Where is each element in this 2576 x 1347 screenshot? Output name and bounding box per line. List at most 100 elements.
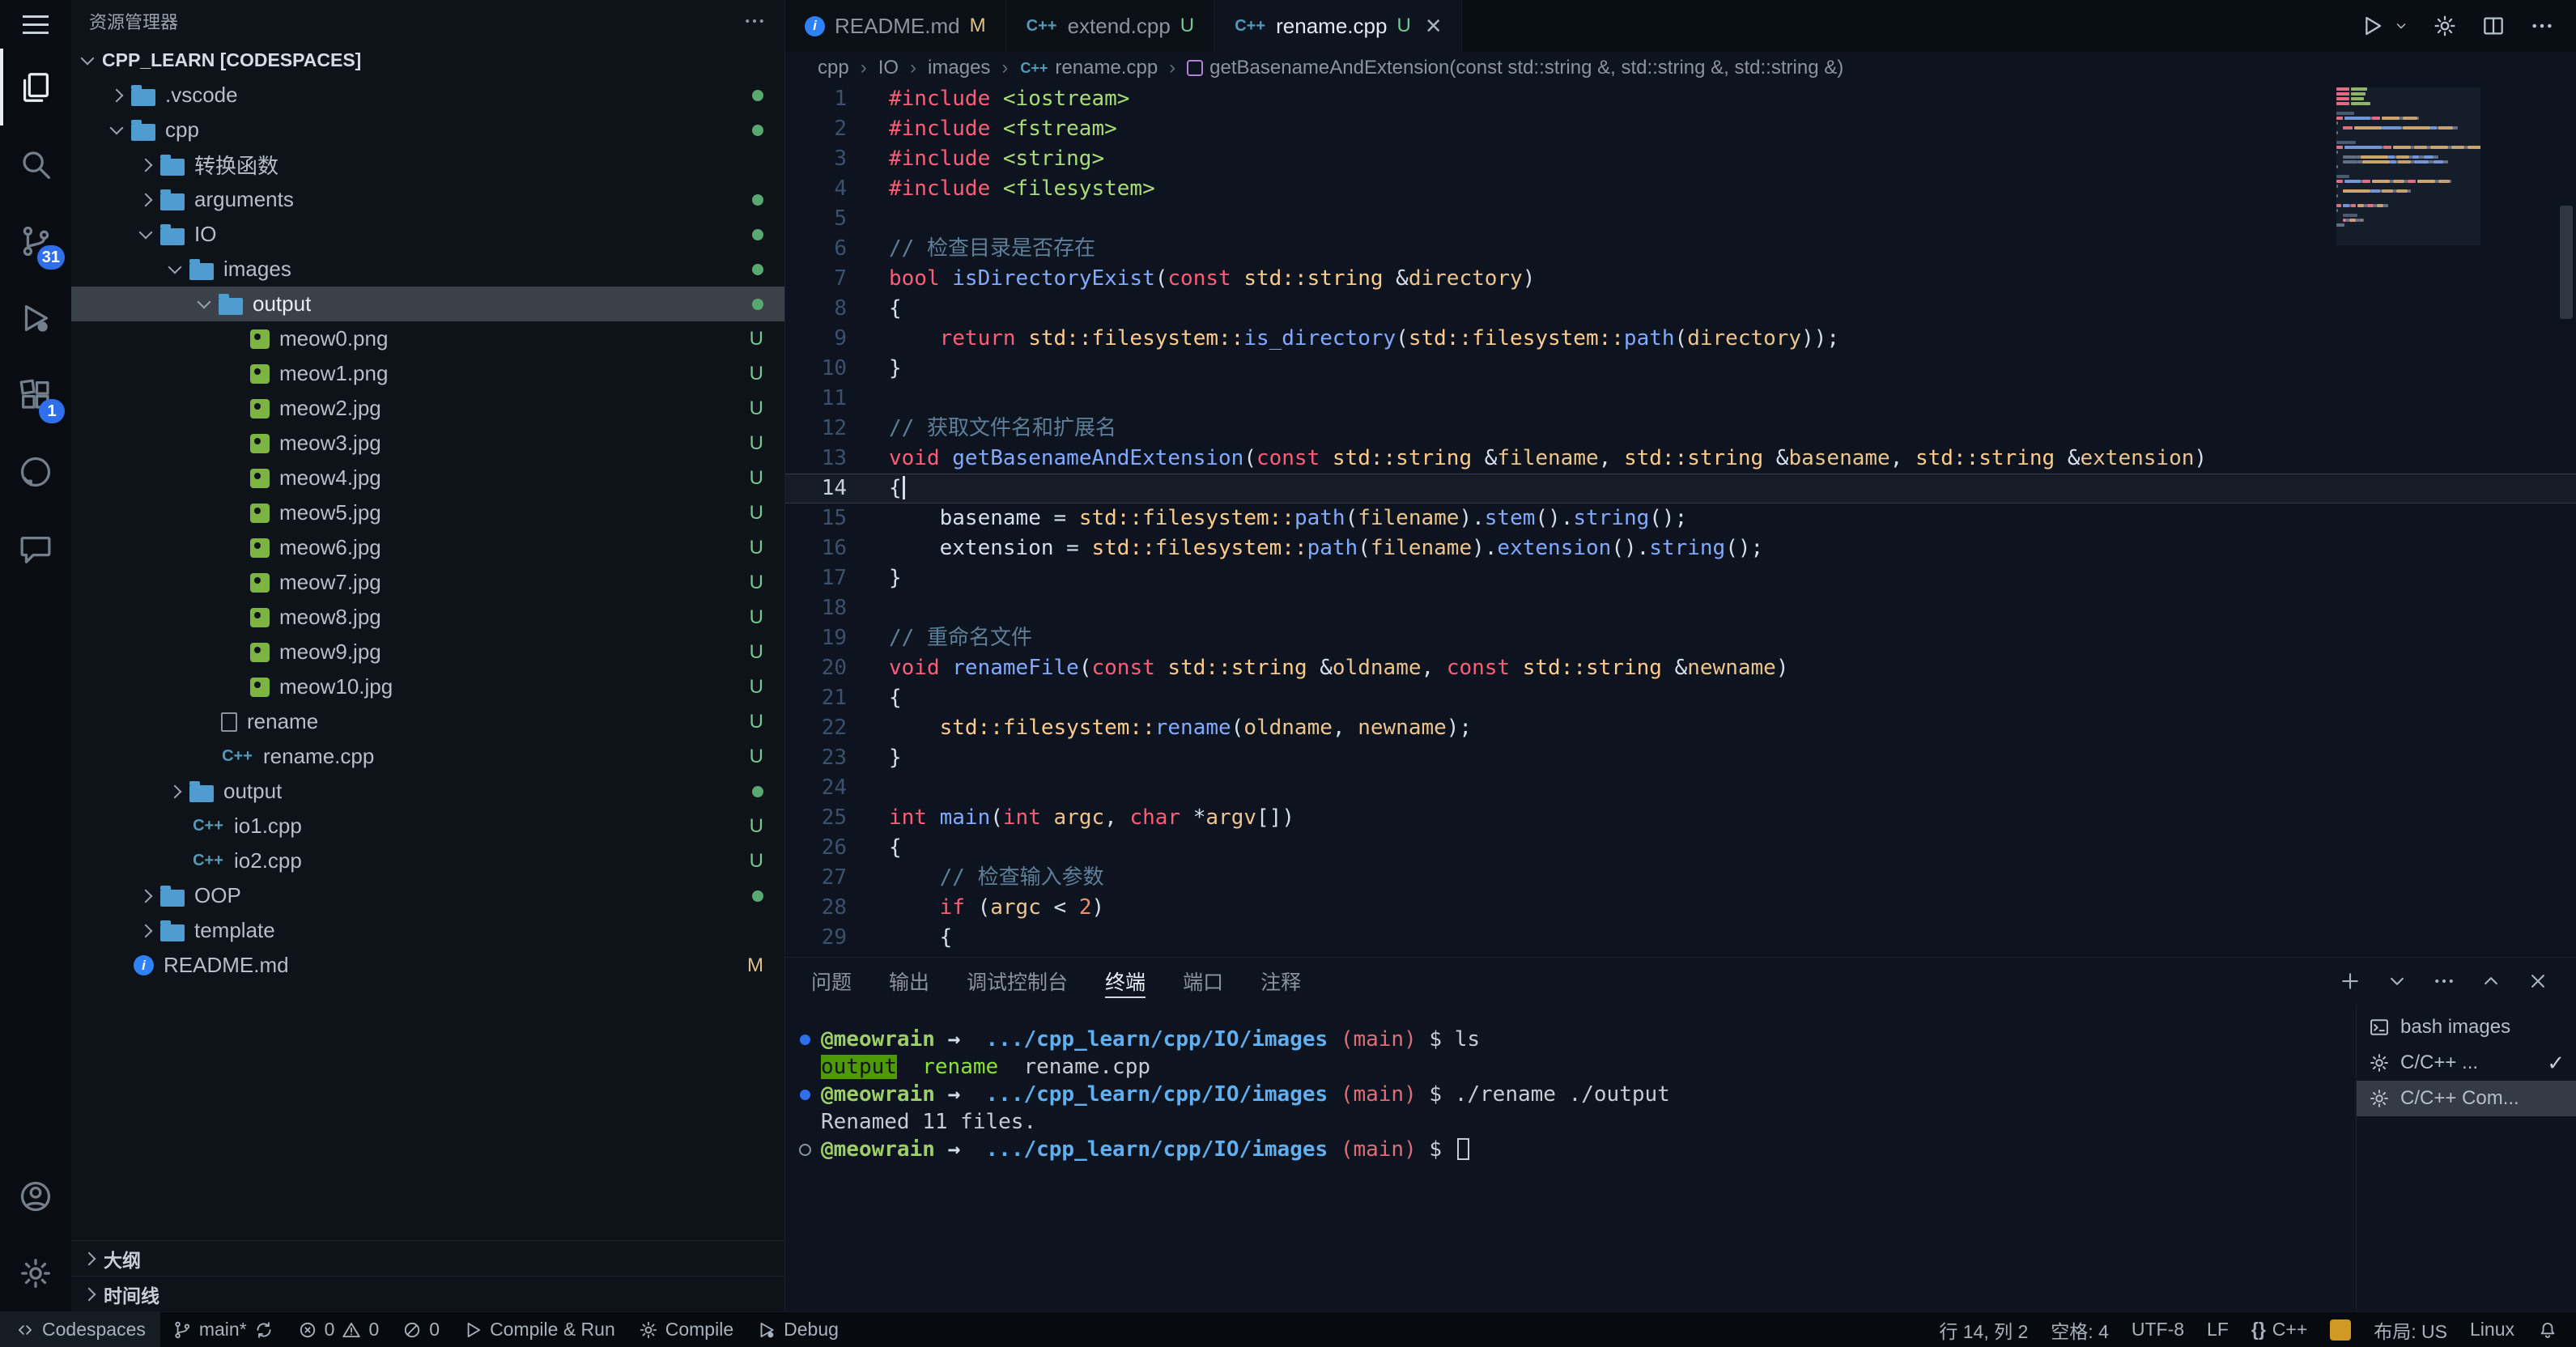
breadcrumb-symbol[interactable]: getBasenameAndExtension(const std::strin… xyxy=(1187,57,1843,79)
status-ime[interactable] xyxy=(2319,1312,2362,1347)
close-panel-icon[interactable] xyxy=(2526,969,2550,993)
gear-icon[interactable] xyxy=(2432,13,2458,39)
settings-button[interactable] xyxy=(0,1234,71,1311)
chevron-down-icon[interactable] xyxy=(2393,18,2409,34)
command-decoration-icon[interactable] xyxy=(789,1136,821,1163)
terminal-list-item[interactable]: C/C++ Com... xyxy=(2357,1081,2576,1116)
split-editor-icon[interactable] xyxy=(2480,13,2506,39)
command-decoration-icon[interactable] xyxy=(789,1026,821,1053)
image-file-icon xyxy=(250,399,270,419)
status-remote[interactable]: Codespaces xyxy=(0,1312,160,1347)
status-indentation[interactable]: 空格: 4 xyxy=(2039,1312,2120,1347)
panel-tab-问题[interactable]: 问题 xyxy=(811,958,852,1005)
tab-rename-cpp[interactable]: C++rename.cppU× xyxy=(1214,0,1462,52)
code-text: basename = std::filesystem::path(filenam… xyxy=(889,504,1687,533)
terminal-list-item[interactable]: C/C++ ...✓ xyxy=(2357,1045,2576,1081)
sidebar-item-run-debug[interactable] xyxy=(0,279,71,356)
maximize-panel-icon[interactable] xyxy=(2479,969,2503,993)
tree-item[interactable]: output xyxy=(71,287,784,321)
panel-tab-端口[interactable]: 端口 xyxy=(1183,958,1223,1005)
terminal-icon xyxy=(2368,1016,2391,1039)
command-decoration-icon[interactable] xyxy=(789,1081,821,1108)
sidebar-item-explorer[interactable] xyxy=(0,49,71,125)
status-debug[interactable]: Debug xyxy=(745,1312,850,1347)
tree-item[interactable]: cpp xyxy=(71,113,784,147)
scrollbar-thumb[interactable] xyxy=(2560,206,2573,319)
tree-item[interactable]: meow4.jpgU xyxy=(71,461,784,495)
timeline-section[interactable]: 时间线 xyxy=(71,1276,784,1311)
more-actions-icon[interactable] xyxy=(2432,969,2456,993)
panel-tab-调试控制台[interactable]: 调试控制台 xyxy=(967,958,1068,1005)
workspace-root[interactable]: CPP_LEARN [CODESPACES] xyxy=(71,42,784,78)
tree-item[interactable]: meow9.jpgU xyxy=(71,635,784,669)
code-line: 21{ xyxy=(785,683,2576,713)
tree-item[interactable]: OOP xyxy=(71,878,784,913)
account-button[interactable] xyxy=(0,1158,71,1234)
sidebar-item-github[interactable] xyxy=(0,433,71,510)
menu-icon[interactable] xyxy=(0,0,71,49)
breadcrumb-item[interactable]: IO xyxy=(878,57,899,79)
breadcrumb-item[interactable]: images xyxy=(928,57,990,79)
status-cursor-position[interactable]: 行 14, 列 2 xyxy=(1928,1312,2039,1347)
tree-item[interactable]: iREADME.mdM xyxy=(71,948,784,983)
code-text: } xyxy=(889,743,902,773)
sidebar-item-extensions[interactable]: 1 xyxy=(0,356,71,433)
close-icon[interactable]: × xyxy=(1426,12,1442,40)
tree-item[interactable]: meow10.jpgU xyxy=(71,669,784,704)
status-keyboard-layout[interactable]: 布局: US xyxy=(2362,1312,2459,1347)
status-branch[interactable]: main* xyxy=(160,1312,286,1347)
tree-item[interactable]: images xyxy=(71,252,784,287)
terminal-list-item[interactable]: bash images xyxy=(2357,1009,2576,1045)
tree-item[interactable]: template xyxy=(71,913,784,948)
status-notifications[interactable] xyxy=(2526,1312,2570,1347)
tree-item[interactable]: C++io1.cppU xyxy=(71,809,784,843)
panel-tab-输出[interactable]: 输出 xyxy=(889,958,929,1005)
status-compile-run[interactable]: Compile & Run xyxy=(451,1312,627,1347)
tree-item[interactable]: arguments xyxy=(71,182,784,217)
tree-item[interactable]: meow5.jpgU xyxy=(71,495,784,530)
sidebar-item-chat[interactable] xyxy=(0,510,71,587)
tree-item[interactable]: meow2.jpgU xyxy=(71,391,784,426)
terminal-content[interactable]: @meowrain → .../cpp_learn/cpp/IO/images … xyxy=(789,1026,2346,1305)
status-encoding[interactable]: UTF-8 xyxy=(2120,1312,2196,1347)
tree-item[interactable]: meow6.jpgU xyxy=(71,530,784,565)
sidebar-item-source-control[interactable]: 31 xyxy=(0,202,71,279)
tree-item[interactable]: meow0.pngU xyxy=(71,321,784,356)
more-actions-icon[interactable] xyxy=(742,9,767,33)
status-eol[interactable]: LF xyxy=(2196,1312,2240,1347)
terminal-dropdown-icon[interactable] xyxy=(2385,969,2409,993)
status-label: main* xyxy=(199,1319,247,1341)
tree-item[interactable]: meow7.jpgU xyxy=(71,565,784,600)
code-editor[interactable]: 1#include <iostream>2#include <fstream>3… xyxy=(785,84,2576,957)
tab-extend-cpp[interactable]: C++extend.cppU xyxy=(1006,0,1215,52)
sidebar-item-search[interactable] xyxy=(0,125,71,202)
tree-item[interactable]: IO xyxy=(71,217,784,252)
status-language-mode[interactable]: {}C++ xyxy=(2240,1312,2319,1347)
chevron-right-icon xyxy=(139,158,153,172)
tree-item[interactable]: meow3.jpgU xyxy=(71,426,784,461)
tree-item[interactable]: 转换函数 xyxy=(71,147,784,182)
status-ports[interactable]: 0 xyxy=(390,1312,451,1347)
tree-item[interactable]: renameU xyxy=(71,704,784,739)
breadcrumb-item[interactable]: cpp xyxy=(818,57,849,79)
tab-readme-md[interactable]: iREADME.mdM xyxy=(785,0,1006,52)
new-terminal-button[interactable] xyxy=(2338,969,2362,993)
minimap-viewport[interactable] xyxy=(2336,87,2480,245)
panel-tab-终端[interactable]: 终端 xyxy=(1105,958,1146,1005)
tree-item[interactable]: .vscode xyxy=(71,78,784,113)
panel-tab-注释[interactable]: 注释 xyxy=(1260,958,1301,1005)
status-problems[interactable]: 00 xyxy=(286,1312,391,1347)
breadcrumb-file[interactable]: C++rename.cpp xyxy=(1019,57,1158,79)
hamburger-icon xyxy=(23,23,49,26)
status-compile[interactable]: Compile xyxy=(627,1312,745,1347)
outline-section[interactable]: 大纲 xyxy=(71,1240,784,1276)
tree-item[interactable]: C++io2.cppU xyxy=(71,843,784,878)
tree-item[interactable]: meow8.jpgU xyxy=(71,600,784,635)
tree-item[interactable]: output xyxy=(71,774,784,809)
minimap[interactable] xyxy=(2336,87,2480,957)
status-remote-os[interactable]: Linux xyxy=(2459,1312,2526,1347)
tree-item[interactable]: C++rename.cppU xyxy=(71,739,784,774)
tree-item[interactable]: meow1.pngU xyxy=(71,356,784,391)
more-actions-icon[interactable] xyxy=(2529,13,2555,39)
run-button[interactable] xyxy=(2359,13,2385,39)
